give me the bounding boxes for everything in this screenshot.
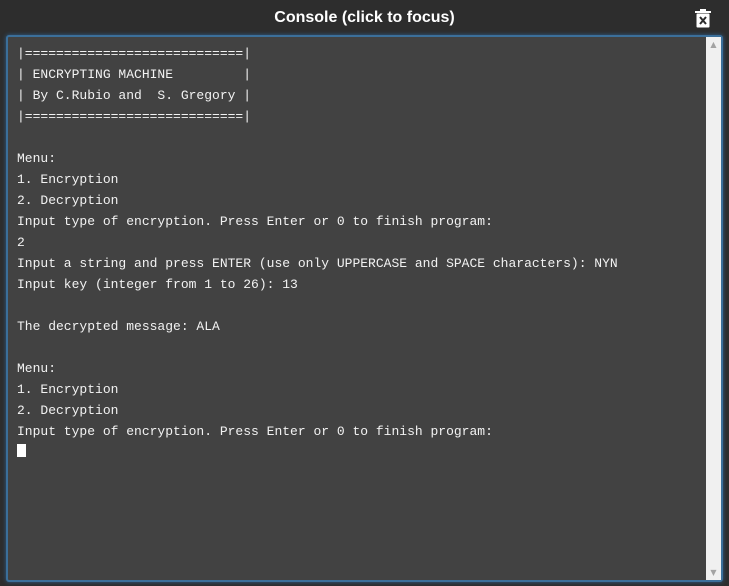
console-line: Menu:: [17, 361, 57, 376]
console-line: 2. Decryption: [17, 403, 119, 418]
console-line: The decrypted message: ALA: [17, 319, 220, 334]
console-line: |============================|: [17, 109, 252, 124]
console-line: | ENCRYPTING MACHINE |: [17, 67, 252, 82]
console-line: Input type of encryption. Press Enter or…: [17, 214, 493, 229]
titlebar: Console (click to focus): [0, 0, 729, 36]
scroll-up-icon[interactable]: ▲: [706, 37, 721, 52]
console-line: Menu:: [17, 151, 57, 166]
trash-icon[interactable]: [695, 9, 711, 28]
console-line: 2: [17, 235, 25, 250]
console-line: Input key (integer from 1 to 26): 13: [17, 277, 298, 292]
console-output[interactable]: |============================| | ENCRYPT…: [17, 43, 705, 573]
text-cursor: [17, 444, 26, 457]
console-line: |============================|: [17, 46, 252, 61]
console-line: 2. Decryption: [17, 193, 119, 208]
scroll-down-icon[interactable]: ▼: [706, 565, 721, 580]
console-window: Console (click to focus) |==============…: [0, 0, 729, 586]
console-line: Input a string and press ENTER (use only…: [17, 256, 618, 271]
console-line: Input type of encryption. Press Enter or…: [17, 424, 493, 439]
console-line: 1. Encryption: [17, 172, 119, 187]
console-line: 1. Encryption: [17, 382, 119, 397]
window-title[interactable]: Console (click to focus): [0, 0, 729, 36]
console-line: | By C.Rubio and S. Gregory |: [17, 88, 252, 103]
console-panel[interactable]: |============================| | ENCRYPT…: [6, 35, 723, 582]
vertical-scrollbar[interactable]: ▲ ▼: [706, 37, 721, 580]
